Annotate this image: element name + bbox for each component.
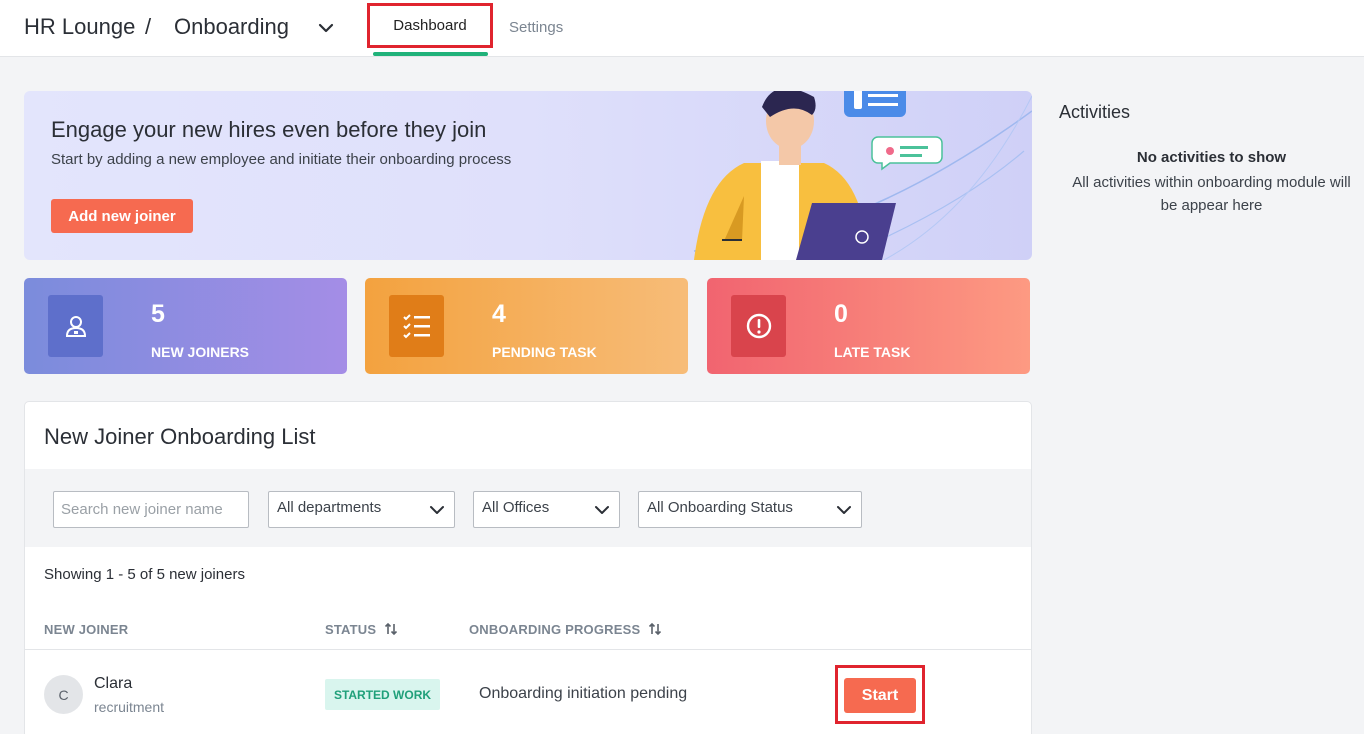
column-header-label: ONBOARDING PROGRESS: [469, 622, 641, 637]
tab-dashboard-label: Dashboard: [393, 17, 467, 34]
onboarding-list-card: New Joiner Onboarding List All departmen…: [24, 401, 1032, 734]
breadcrumb-separator: /: [145, 14, 152, 39]
activities-title: Activities: [1059, 102, 1131, 122]
new-joiners-stat-card[interactable]: 5 NEW JOINERS: [24, 278, 347, 374]
checklist-icon: [389, 295, 444, 357]
column-header-new-joiner: NEW JOINER: [44, 622, 128, 637]
pending-task-label: PENDING TASK: [492, 344, 597, 360]
late-task-label: LATE TASK: [834, 344, 911, 360]
onboarding-progress-text: Onboarding initiation pending: [479, 685, 688, 702]
new-joiners-count: 5: [151, 300, 165, 328]
column-header-label: NEW JOINER: [44, 622, 129, 637]
activities-empty-title: No activities to show: [1136, 149, 1287, 166]
chevron-down-icon[interactable]: [316, 18, 336, 38]
avatar: C: [44, 675, 83, 714]
sort-icon[interactable]: [384, 622, 398, 636]
office-filter[interactable]: All Offices: [473, 491, 620, 528]
pending-task-count: 4: [492, 300, 506, 328]
tab-dashboard[interactable]: Dashboard: [367, 3, 493, 48]
tab-settings[interactable]: Settings: [509, 19, 563, 36]
filter-bar: All departments All Offices All Onboardi…: [25, 469, 1031, 547]
hero-illustration: [693, 91, 1032, 260]
start-button[interactable]: Start: [844, 678, 916, 713]
results-count: Showing 1 - 5 of 5 new joiners: [44, 566, 245, 583]
chevron-down-icon: [430, 506, 444, 514]
hero-banner: Engage your new hires even before they j…: [24, 91, 1032, 260]
new-joiners-label: NEW JOINERS: [151, 344, 250, 360]
office-filter-value: All Offices: [482, 499, 550, 516]
column-header-label: STATUS: [325, 622, 377, 637]
active-tab-indicator: [373, 52, 488, 56]
user-badge-icon: [48, 295, 103, 357]
onboarding-status-filter[interactable]: All Onboarding Status: [638, 491, 862, 528]
hero-title: Engage your new hires even before they j…: [51, 117, 487, 142]
top-header: HR Lounge / Onboarding Dashboard Setting…: [0, 0, 1364, 57]
breadcrumb-app[interactable]: HR Lounge: [24, 14, 135, 40]
department-filter[interactable]: All departments: [268, 491, 455, 528]
alert-circle-icon: [731, 295, 786, 357]
chevron-down-icon: [595, 506, 609, 514]
pending-task-stat-card[interactable]: 4 PENDING TASK: [365, 278, 688, 374]
status-badge: STARTED WORK: [325, 679, 440, 710]
hero-subtitle: Start by adding a new employee and initi…: [51, 151, 512, 168]
table-divider: [25, 649, 1031, 650]
column-header-onboarding-progress[interactable]: ONBOARDING PROGRESS: [469, 622, 662, 637]
add-new-joiner-button[interactable]: Add new joiner: [51, 199, 193, 233]
start-button-highlight: Start: [835, 665, 925, 724]
joiner-department: recruitment: [94, 699, 165, 715]
list-title: New Joiner Onboarding List: [44, 424, 316, 449]
breadcrumb-module[interactable]: Onboarding: [174, 14, 289, 40]
sort-icon[interactable]: [648, 622, 662, 636]
late-task-stat-card[interactable]: 0 LATE TASK: [707, 278, 1030, 374]
late-task-count: 0: [834, 300, 848, 328]
onboarding-status-filter-value: All Onboarding Status: [647, 499, 793, 516]
search-input[interactable]: [53, 491, 249, 528]
column-header-status[interactable]: STATUS: [325, 622, 398, 637]
chevron-down-icon: [837, 506, 851, 514]
department-filter-value: All departments: [277, 499, 382, 516]
activities-empty-description: All activities within onboarding module …: [1072, 174, 1351, 214]
joiner-name[interactable]: Clara: [94, 675, 132, 693]
